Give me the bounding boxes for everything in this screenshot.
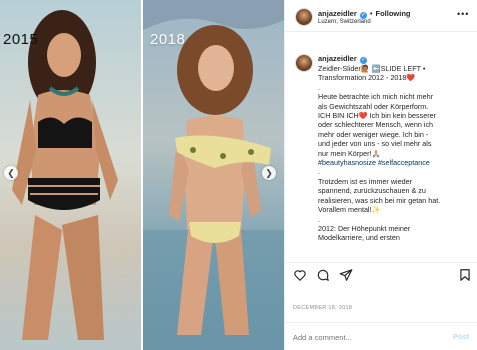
caption-line: nur mein Körper!🙏🏼 [318,148,381,158]
caption-lines: Zeidler-Slider🙋🏽 ⬅️SLIDE LEFT • Transform… [318,64,472,243]
avatar[interactable] [295,8,313,26]
caption-area: anjazeidler ✓ Zeidler-Slider🙋🏽 ⬅️SLIDE L… [285,32,477,260]
carousel-prev-button[interactable]: ❮ [4,166,18,180]
caption-line: und jeder von uns - so viel mehr als [318,139,432,149]
year-label-2015: 2015 [3,31,39,48]
post-comment-button[interactable]: Post [453,332,469,341]
comment-input[interactable] [293,331,433,343]
heart-icon [294,270,306,281]
action-bar [285,262,477,284]
header-user-line: anjazeidler ✓ • Following [318,9,411,19]
bookmark-icon [460,269,470,281]
hashtag-links[interactable]: #beautyhasnosize #selfacceptance [318,158,472,167]
paper-plane-icon [339,269,353,281]
comment-button[interactable] [316,268,330,282]
comment-bar: Post [285,322,477,350]
caption-line: . [318,214,320,224]
caption-line: . [318,167,320,177]
caption-line: Modelkarriere, und ersten [318,233,400,243]
caption-line: oder schlechterer Mensch, wenn ich [318,120,434,130]
caption-line: realisieren, was sich bei mir getan hat. [318,195,441,205]
verified-badge-icon: ✓ [359,57,367,64]
like-button[interactable] [293,268,307,282]
caption-line: 2012: Der Höhepunkt meiner [318,223,411,233]
caption-line: als Gewichtszahl oder Körperform. [318,101,429,111]
caption-username-link[interactable]: anjazeidler [318,54,357,63]
caption-text: anjazeidler ✓ Zeidler-Slider🙋🏽 ⬅️SLIDE L… [318,54,472,243]
post-header: anjazeidler ✓ • Following Luzern, Switze… [285,0,477,32]
carousel-next-button[interactable]: ❯ [262,166,276,180]
save-button[interactable] [458,268,472,282]
photo-2015: 2015 [0,0,141,350]
separator-dot: • [369,11,373,18]
woman-figure-2015 [12,10,118,340]
chevron-right-icon: ❯ [265,167,273,178]
post-panel: anjazeidler ✓ • Following Luzern, Switze… [284,0,477,350]
following-button[interactable]: Following [376,9,411,18]
chevron-left-icon: ❮ [7,167,15,178]
comment-icon [317,269,329,281]
caption-line: Transformation 2012 - 2018❤️ [318,73,416,83]
post-media[interactable]: 2015 2018 ❮ ❯ [0,0,284,350]
share-button[interactable] [339,268,353,282]
verified-badge-icon: ✓ [359,12,367,19]
caption-line: Heute betrachte ich mich nicht mehr [318,92,434,102]
caption-line: Zeidler-Slider🙋🏽 ⬅️SLIDE LEFT • [318,64,426,73]
caption-line: . [318,82,320,92]
year-label-2018: 2018 [150,31,186,48]
caption-line: Trotzdem ist es immer wieder [318,176,412,186]
post-date: DECEMBER 18, 2018 [293,305,353,311]
caption-line: spannend, zurückzuschauen & zu [318,186,426,196]
caption-avatar[interactable] [295,54,313,72]
caption-line: Vorallem mental!✨ [318,205,381,215]
caption-line: ICH BIN ICH❤️ Ich bin kein besserer [318,111,436,121]
location-link[interactable]: Luzern, Switzerland [318,19,371,25]
caption-line: mehr oder weniger wiege. Ich bin - [318,129,429,139]
username-link[interactable]: anjazeidler [318,9,357,18]
more-options-icon[interactable]: ••• [457,9,469,19]
